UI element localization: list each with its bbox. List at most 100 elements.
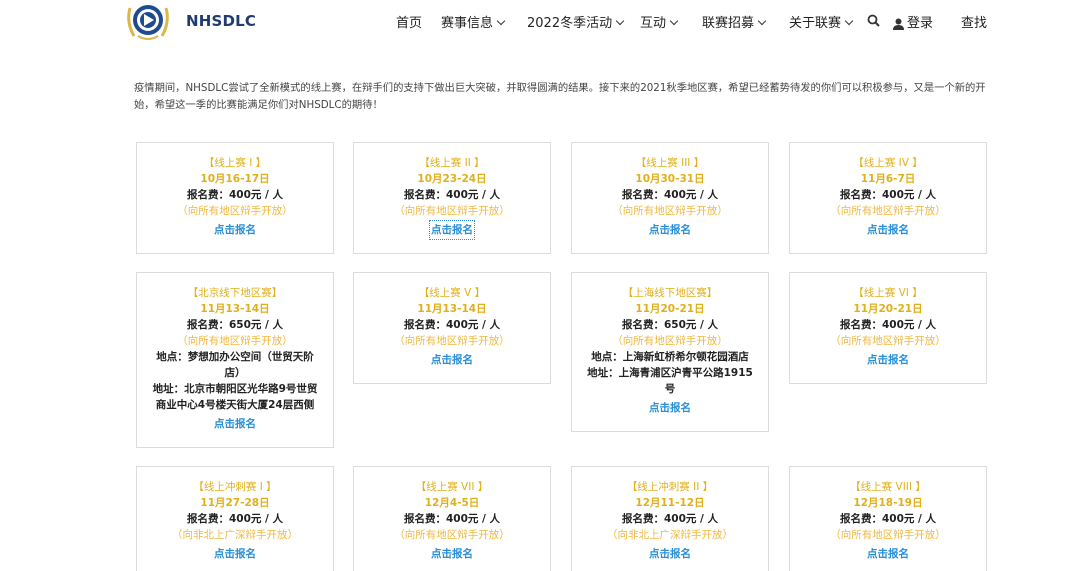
event-date: 11月20-21日	[853, 303, 923, 315]
event-fee: 报名费：400元 / 人	[186, 189, 284, 201]
event-eligibility: （向所有地区辩手开放）	[394, 335, 510, 347]
nav-recruit[interactable]: 联赛招募	[702, 12, 767, 31]
event-eligibility: （向所有地区辩手开放）	[177, 205, 293, 217]
event-fee: 报名费：400元 / 人	[621, 513, 719, 525]
event-date: 12月4-5日	[424, 497, 480, 509]
event-eligibility: （向所有地区辩手开放）	[177, 335, 293, 347]
nav-about-label: 关于联赛	[789, 16, 842, 31]
event-eligibility: （向所有地区辩手开放）	[830, 335, 946, 347]
event-card: 【线上赛 VII 】 12月4-5日 报名费：400元 / 人 （向所有地区辩手…	[353, 466, 551, 571]
event-card: 【线上赛 II 】 10月23-24日 报名费：400元 / 人 （向所有地区辩…	[353, 142, 551, 254]
register-link[interactable]: 点击报名	[867, 222, 909, 238]
nav-winter-activities[interactable]: 2022冬季活动	[527, 12, 625, 31]
event-date: 10月23-24日	[417, 173, 487, 185]
nav-events[interactable]: 赛事信息	[441, 12, 506, 31]
event-address: 地址：上海青浦区沪青平公路1915号	[587, 367, 753, 395]
register-link[interactable]: 点击报名	[649, 400, 691, 416]
event-fee: 报名费：400元 / 人	[403, 189, 501, 201]
nav-events-label: 赛事信息	[441, 16, 494, 31]
event-card: 【上海线下地区赛】 11月20-21日 报名费：650元 / 人 （向所有地区辩…	[571, 272, 769, 432]
register-link[interactable]: 点击报名	[431, 546, 473, 562]
event-date: 12月11-12日	[635, 497, 705, 509]
chevron-down-icon	[496, 16, 506, 26]
event-date: 11月6-7日	[860, 173, 916, 185]
register-link[interactable]: 点击报名	[649, 222, 691, 238]
nav-interact-label: 互动	[640, 16, 667, 31]
register-link[interactable]: 点击报名	[214, 416, 256, 432]
register-link[interactable]: 点击报名	[867, 352, 909, 368]
chevron-down-icon	[615, 16, 625, 26]
event-title: 【线上赛 II 】	[419, 157, 485, 169]
event-fee: 报名费：400元 / 人	[403, 513, 501, 525]
event-date: 11月27-28日	[200, 497, 270, 509]
event-card: 【线上赛 III 】 10月30-31日 报名费：400元 / 人 （向所有地区…	[571, 142, 769, 254]
event-eligibility: （向所有地区辩手开放）	[830, 205, 946, 217]
event-eligibility: （向非北上广深辩手开放）	[172, 529, 298, 541]
event-title: 【线上赛 III 】	[635, 157, 705, 169]
event-date: 11月13-14日	[417, 303, 487, 315]
register-link[interactable]: 点击报名	[867, 546, 909, 562]
main-nav: 首页 赛事信息 2022冬季活动 互动 联赛招募 关于联赛 登录 查找	[0, 12, 1080, 34]
nav-search[interactable]: 查找	[961, 12, 987, 31]
event-fee: 报名费：400元 / 人	[621, 189, 719, 201]
event-card: 【北京线下地区赛】 11月13-14日 报名费：650元 / 人 （向所有地区辩…	[136, 272, 334, 448]
event-title: 【线上赛 I 】	[203, 157, 267, 169]
nav-login[interactable]: 登录	[893, 12, 933, 31]
intro-paragraph: 疫情期间，NHSDLC尝试了全新模式的线上赛，在辩手们的支持下做出巨大突破，并取…	[134, 82, 986, 111]
event-title: 【上海线下地区赛】	[622, 287, 718, 299]
event-card: 【线上冲刺赛 I 】 11月27-28日 报名费：400元 / 人 （向非北上广…	[136, 466, 334, 571]
event-fee: 报名费：400元 / 人	[186, 513, 284, 525]
event-title: 【线上赛 V 】	[418, 287, 486, 299]
event-title: 【线上赛 IV 】	[853, 157, 923, 169]
site-header: NHSDLC 首页 赛事信息 2022冬季活动 互动 联赛招募 关于联赛 登录 …	[0, 0, 1080, 46]
nav-home[interactable]: 首页	[396, 12, 422, 31]
event-date: 11月20-21日	[635, 303, 705, 315]
search-icon[interactable]	[867, 13, 880, 28]
event-title: 【北京线下地区赛】	[187, 287, 283, 299]
event-date: 10月16-17日	[200, 173, 270, 185]
event-fee: 报名费：400元 / 人	[839, 513, 937, 525]
event-venue: 地点：上海新虹桥希尔顿花园酒店	[591, 351, 749, 363]
user-icon	[893, 18, 904, 30]
event-card: 【线上赛 I 】 10月16-17日 报名费：400元 / 人 （向所有地区辩手…	[136, 142, 334, 254]
event-date: 12月18-19日	[853, 497, 923, 509]
event-fee: 报名费：400元 / 人	[839, 319, 937, 331]
event-title: 【线上冲刺赛 II 】	[626, 481, 714, 493]
register-link[interactable]: 点击报名	[429, 220, 475, 240]
event-eligibility: （向所有地区辩手开放）	[612, 335, 728, 347]
event-venue: 地点：梦想加办公空间（世贸天阶店）	[156, 351, 314, 379]
event-card: 【线上冲刺赛 II 】 12月11-12日 报名费：400元 / 人 （向非北上…	[571, 466, 769, 571]
event-date: 11月13-14日	[200, 303, 270, 315]
register-link[interactable]: 点击报名	[431, 352, 473, 368]
event-eligibility: （向所有地区辩手开放）	[394, 529, 510, 541]
event-address: 地址：北京市朝阳区光华路9号世贸商业中心4号楼天街大厦24层西侧	[152, 383, 318, 411]
chevron-down-icon	[844, 16, 854, 26]
event-title: 【线上冲刺赛 I 】	[193, 481, 277, 493]
event-eligibility: （向所有地区辩手开放）	[830, 529, 946, 541]
event-date: 10月30-31日	[635, 173, 705, 185]
event-title: 【线上赛 VI 】	[853, 287, 923, 299]
event-title: 【线上赛 VII 】	[415, 481, 489, 493]
event-card: 【线上赛 VIII 】 12月18-19日 报名费：400元 / 人 （向所有地…	[789, 466, 987, 571]
event-card: 【线上赛 V 】 11月13-14日 报名费：400元 / 人 （向所有地区辩手…	[353, 272, 551, 384]
event-eligibility: （向所有地区辩手开放）	[394, 205, 510, 217]
nav-winter-label: 2022冬季活动	[527, 16, 613, 31]
nav-interact[interactable]: 互动	[640, 12, 679, 31]
event-fee: 报名费：650元 / 人	[186, 319, 284, 331]
event-eligibility: （向非北上广深辩手开放）	[607, 529, 733, 541]
nav-about[interactable]: 关于联赛	[789, 12, 854, 31]
register-link[interactable]: 点击报名	[214, 546, 256, 562]
event-card: 【线上赛 IV 】 11月6-7日 报名费：400元 / 人 （向所有地区辩手开…	[789, 142, 987, 254]
chevron-down-icon	[669, 16, 679, 26]
event-fee: 报名费：400元 / 人	[839, 189, 937, 201]
event-title: 【线上赛 VIII 】	[850, 481, 926, 493]
chevron-down-icon	[757, 16, 767, 26]
register-link[interactable]: 点击报名	[214, 222, 256, 238]
nav-recruit-label: 联赛招募	[702, 16, 755, 31]
register-link[interactable]: 点击报名	[649, 546, 691, 562]
event-fee: 报名费：400元 / 人	[403, 319, 501, 331]
event-eligibility: （向所有地区辩手开放）	[612, 205, 728, 217]
nav-login-label: 登录	[907, 16, 934, 31]
event-card: 【线上赛 VI 】 11月20-21日 报名费：400元 / 人 （向所有地区辩…	[789, 272, 987, 384]
event-fee: 报名费：650元 / 人	[621, 319, 719, 331]
